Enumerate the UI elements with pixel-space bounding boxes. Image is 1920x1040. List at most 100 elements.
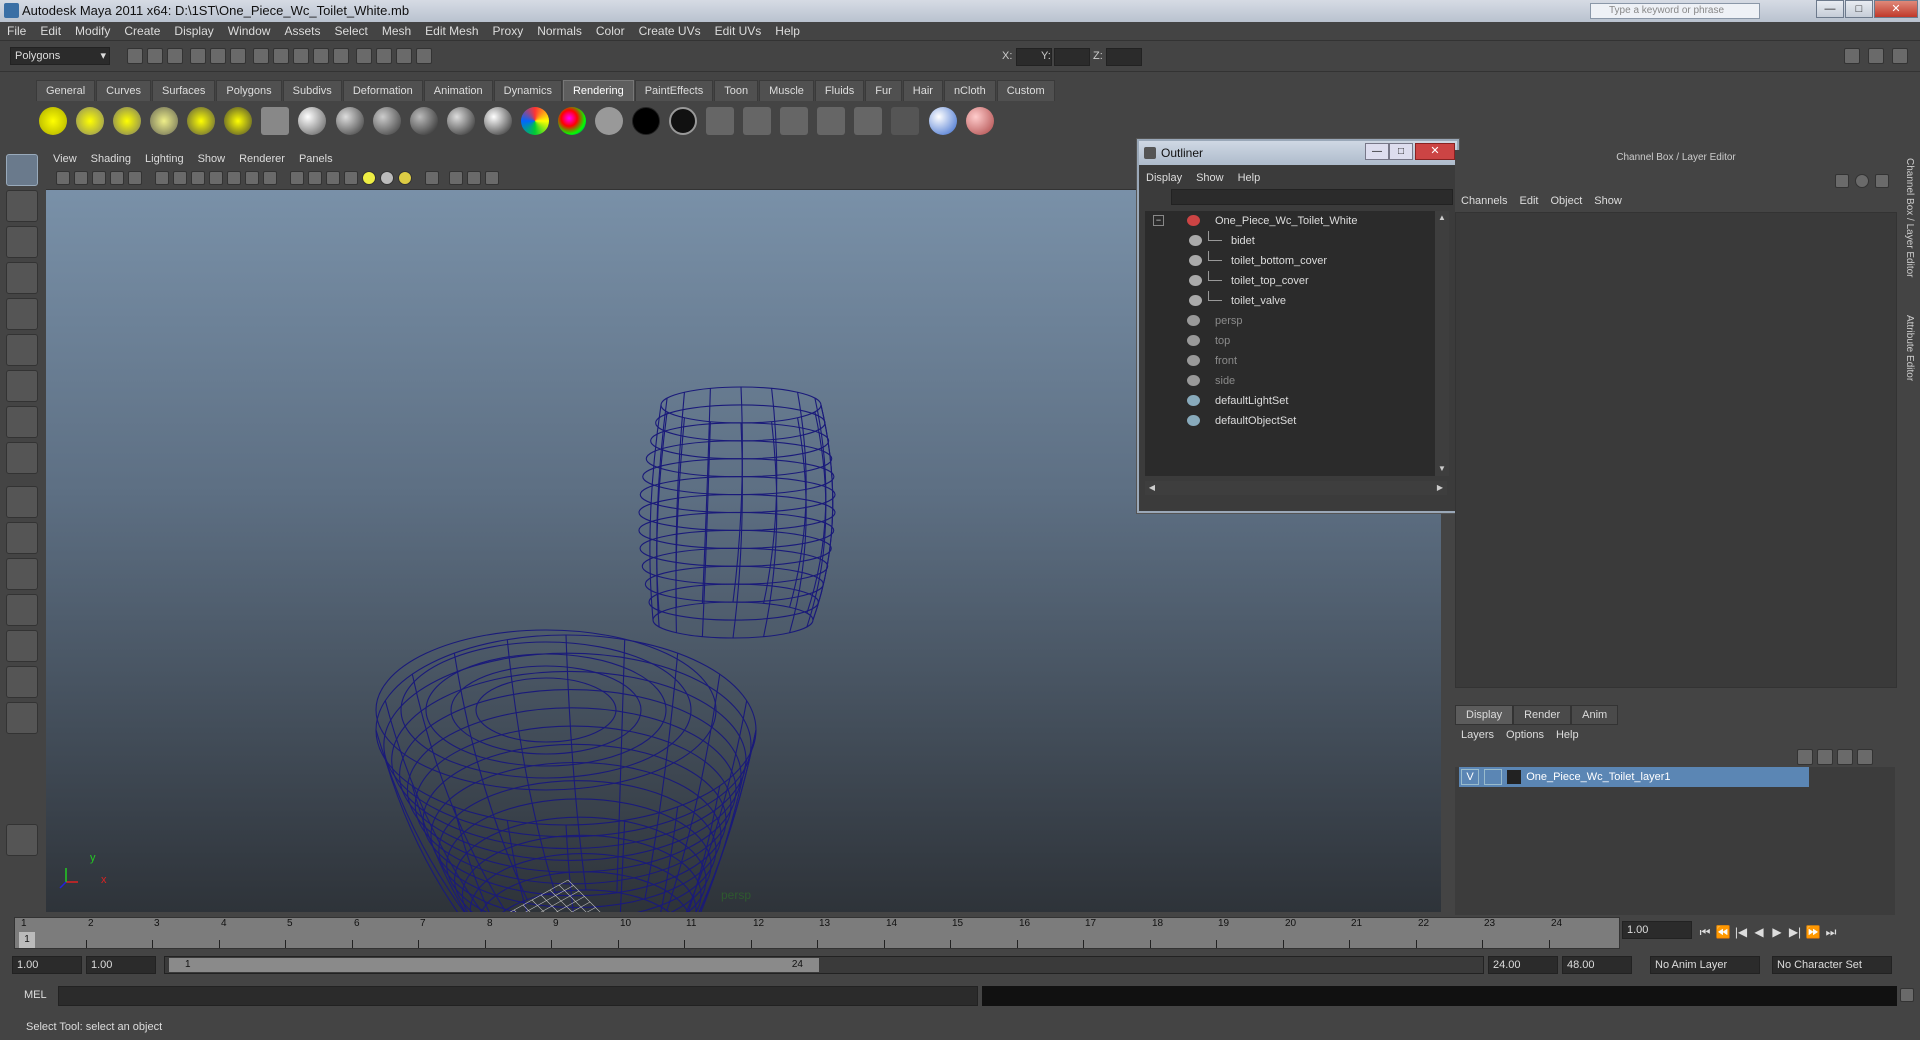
move-layer-up-icon[interactable]: [1797, 749, 1813, 765]
save-scene-icon[interactable]: [167, 48, 183, 64]
channel-menu-channels[interactable]: Channels: [1455, 192, 1513, 210]
menu-modify[interactable]: Modify: [68, 22, 117, 41]
channel-menu-show[interactable]: Show: [1588, 192, 1628, 210]
resolution-gate-icon[interactable]: [191, 171, 206, 185]
outliner-menu-help[interactable]: Help: [1231, 169, 1268, 187]
surface-shader-icon[interactable]: [594, 107, 623, 135]
outliner-item[interactable]: persp: [1145, 311, 1435, 331]
step-back-key-icon[interactable]: ⏪: [1714, 923, 1732, 941]
shelf-tab-hair[interactable]: Hair: [902, 80, 943, 102]
viewport-menu-lighting[interactable]: Lighting: [138, 150, 191, 168]
persp-hypershade-layout-icon[interactable]: [6, 666, 38, 698]
shelf-tab-fluids[interactable]: Fluids: [814, 80, 865, 102]
go-to-end-icon[interactable]: ⏭: [1822, 923, 1840, 941]
outliner-menu-display[interactable]: Display: [1139, 169, 1189, 187]
outliner-maximize-button[interactable]: □: [1389, 143, 1413, 160]
spot-light-icon[interactable]: [150, 107, 179, 135]
ball-shader-icon[interactable]: [928, 107, 957, 135]
play-backwards-icon[interactable]: ◀: [1750, 923, 1768, 941]
field-chart-icon[interactable]: [227, 171, 242, 185]
viewport-menu-renderer[interactable]: Renderer: [232, 150, 292, 168]
grid-icon[interactable]: [155, 171, 170, 185]
shadows-icon[interactable]: [380, 171, 395, 185]
wireframe-on-shaded-icon[interactable]: [326, 171, 341, 185]
render-settings-icon[interactable]: [416, 48, 433, 64]
bookmarks-icon[interactable]: [92, 171, 106, 185]
layer-menu-options[interactable]: Options: [1500, 725, 1550, 745]
gate-mask-icon[interactable]: [209, 171, 224, 185]
channel-menu-object[interactable]: Object: [1544, 192, 1588, 210]
show-channel-box-icon[interactable]: [1844, 48, 1860, 64]
lambert-material-icon[interactable]: [335, 107, 364, 135]
menu-assets[interactable]: Assets: [277, 22, 327, 41]
layer-menu-layers[interactable]: Layers: [1455, 725, 1500, 745]
shelf-tab-deformation[interactable]: Deformation: [342, 80, 423, 102]
paint-select-tool-icon[interactable]: [6, 226, 38, 258]
open-scene-icon[interactable]: [147, 48, 163, 64]
script-language-label[interactable]: MEL: [24, 989, 47, 1001]
use-background-icon[interactable]: [632, 107, 660, 135]
channel-menu-edit[interactable]: Edit: [1513, 192, 1544, 210]
history-icon[interactable]: [356, 48, 373, 64]
shelf-tab-surfaces[interactable]: Surfaces: [151, 80, 216, 102]
phong-material-icon[interactable]: [372, 107, 401, 135]
menu-color[interactable]: Color: [589, 22, 632, 41]
select-tool-icon[interactable]: [6, 154, 38, 186]
outliner-item[interactable]: front: [1145, 351, 1435, 371]
command-input[interactable]: [58, 986, 978, 1006]
menu-create-uvs[interactable]: Create UVs: [632, 22, 708, 41]
close-button[interactable]: ✕: [1874, 0, 1918, 18]
script-editor-icon[interactable]: [1900, 988, 1914, 1002]
viewport-menu-shading[interactable]: Shading: [84, 150, 138, 168]
scale-tool-icon[interactable]: [6, 334, 38, 366]
layer-tab-render[interactable]: Render: [1513, 705, 1572, 725]
render-settings-shelf-icon[interactable]: [854, 107, 883, 135]
new-layer-from-selected-icon[interactable]: [1857, 749, 1873, 765]
render-region-icon[interactable]: [743, 107, 772, 135]
layer-row[interactable]: V One_Piece_Wc_Toilet_layer1: [1459, 767, 1809, 787]
character-set-dropdown[interactable]: No Character Set: [1772, 956, 1892, 974]
outliner-item[interactable]: defaultObjectSet: [1145, 411, 1435, 431]
outliner-item[interactable]: toilet_top_cover: [1145, 271, 1435, 291]
play-forwards-icon[interactable]: ▶: [1768, 923, 1786, 941]
image-plane-icon[interactable]: [110, 171, 124, 185]
textured-icon[interactable]: [344, 171, 359, 185]
select-component-icon[interactable]: [230, 48, 247, 64]
shelf-tab-rendering[interactable]: Rendering: [562, 80, 634, 102]
shelf-tab-painteffects[interactable]: PaintEffects: [634, 80, 714, 102]
go-to-start-icon[interactable]: ⏮: [1696, 923, 1714, 941]
y-field[interactable]: [1054, 48, 1090, 66]
paint-canvas-icon[interactable]: [891, 107, 920, 135]
step-back-frame-icon[interactable]: |◀: [1732, 923, 1750, 941]
custom-layout-icon[interactable]: [6, 702, 38, 734]
persp-outliner-layout-icon[interactable]: [6, 594, 38, 626]
render-view-icon[interactable]: [706, 107, 735, 135]
layer-visibility-toggle[interactable]: V: [1461, 769, 1479, 785]
snap-point-icon[interactable]: [293, 48, 310, 64]
menu-select[interactable]: Select: [327, 22, 374, 41]
minimize-button[interactable]: —: [1816, 0, 1844, 18]
shelf-tab-curves[interactable]: Curves: [96, 80, 151, 102]
menu-edit-uvs[interactable]: Edit UVs: [708, 22, 769, 41]
xray-components-icon[interactable]: [485, 171, 500, 185]
point-light-icon[interactable]: [113, 107, 142, 135]
snap-curve-icon[interactable]: [273, 48, 290, 64]
menu-set-dropdown[interactable]: Polygons ▾: [10, 47, 110, 65]
playback-end-field[interactable]: 24.00: [1488, 956, 1558, 974]
two-d-pan-zoom-icon[interactable]: [128, 171, 142, 185]
ipr-render-icon[interactable]: [396, 48, 413, 64]
ramp-shader-icon[interactable]: [520, 107, 549, 135]
show-tool-settings-icon[interactable]: [1892, 48, 1908, 64]
outliner-title-bar[interactable]: Outliner — □ ✕: [1139, 141, 1457, 165]
menu-window[interactable]: Window: [221, 22, 278, 41]
last-tool-icon[interactable]: [6, 486, 38, 518]
shelf-tab-ncloth[interactable]: nCloth: [943, 80, 996, 102]
channel-toggle-icon[interactable]: [1855, 174, 1869, 188]
outliner-item[interactable]: side: [1145, 371, 1435, 391]
shelf-tab-muscle[interactable]: Muscle: [759, 80, 814, 102]
layer-type-toggle[interactable]: [1484, 769, 1503, 785]
layered-material-icon[interactable]: [483, 107, 512, 135]
layer-tab-display[interactable]: Display: [1455, 705, 1514, 725]
xray-joints-icon[interactable]: [467, 171, 482, 185]
key-icon[interactable]: [1835, 174, 1849, 188]
